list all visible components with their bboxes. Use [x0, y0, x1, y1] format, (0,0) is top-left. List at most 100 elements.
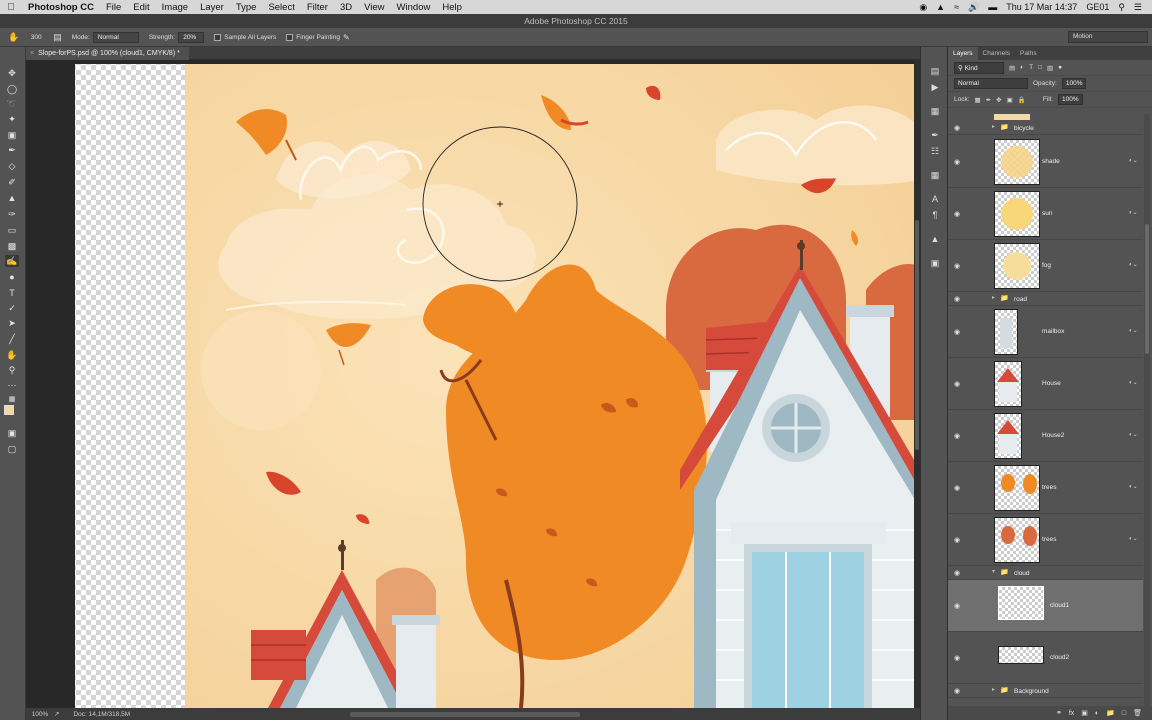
menu-3d[interactable]: 3D: [334, 2, 358, 13]
opacity-field[interactable]: 100%: [1061, 78, 1087, 89]
properties-icon[interactable]: ▦: [928, 169, 942, 181]
menu-file[interactable]: File: [100, 2, 127, 13]
eye-icon[interactable]: ◉: [954, 484, 960, 492]
eye-icon[interactable]: ◉: [954, 536, 960, 544]
layer-row-sun[interactable]: ◉ sun ◐⌄: [948, 188, 1143, 240]
disclosure-arrow-open-icon[interactable]: ▾: [992, 568, 995, 575]
canvas-scroll-thumb[interactable]: [915, 220, 919, 450]
strength-field[interactable]: 20%: [178, 31, 205, 43]
actions-play-icon[interactable]: ▶: [928, 81, 942, 93]
layer-row-trees-2[interactable]: ◉ trees ◐⌄: [948, 514, 1143, 566]
move-tool-icon[interactable]: ✥: [5, 67, 19, 79]
smart-filter-icon[interactable]: ◐⌄: [1129, 157, 1138, 164]
smart-filter-icon[interactable]: ◐⌄: [1129, 261, 1138, 268]
line-tool-icon[interactable]: ╱: [5, 333, 19, 345]
more-tools-icon[interactable]: ⋯: [5, 379, 19, 391]
marquee-tool-icon[interactable]: ◯: [5, 83, 19, 95]
layer-row-house2[interactable]: ◉ House2 ◐⌄: [948, 410, 1143, 462]
add-mask-icon[interactable]: ▣: [1081, 709, 1088, 717]
layer-row-background[interactable]: ◉ ▸ 📁 Background: [948, 684, 1143, 698]
layers-scroll-thumb[interactable]: [1145, 224, 1149, 354]
doc-info[interactable]: Doc: 14,1M/318,5M: [59, 711, 130, 718]
mode-select[interactable]: Normal: [92, 31, 139, 43]
drive-icon[interactable]: ▲: [936, 2, 945, 12]
delete-layer-icon[interactable]: 🗑: [1133, 709, 1142, 717]
layer-row-house[interactable]: ◉ House ◐⌄: [948, 358, 1143, 410]
quick-select-tool-icon[interactable]: ✦: [5, 113, 19, 125]
crop-tool-icon[interactable]: ▣: [5, 129, 19, 141]
canvas-area[interactable]: [26, 60, 920, 708]
menu-select[interactable]: Select: [262, 2, 300, 13]
hand-tool-icon[interactable]: ✋: [5, 349, 19, 361]
disclosure-arrow-icon[interactable]: ▸: [992, 294, 995, 301]
smart-filter-icon[interactable]: ◐⌄: [1129, 379, 1138, 386]
link-layers-icon[interactable]: ⚭: [1056, 709, 1062, 717]
layer-row-cloud-group[interactable]: ◉ ▾ 📁 cloud: [948, 566, 1143, 580]
eye-icon[interactable]: ◉: [954, 158, 960, 166]
adjustments-icon[interactable]: ☷: [928, 145, 942, 157]
type-tool-icon[interactable]: T: [5, 287, 19, 299]
clock[interactable]: Thu 17 Mar 14:37: [1006, 2, 1077, 12]
tab-layers[interactable]: Layers: [948, 47, 978, 60]
info-icon[interactable]: ▦: [928, 105, 942, 117]
layer-name[interactable]: Background: [1014, 688, 1049, 695]
blend-mode-select[interactable]: Normal: [954, 78, 1028, 89]
pixel-filter-icon[interactable]: ▤: [1009, 64, 1015, 72]
eye-icon[interactable]: ◉: [954, 262, 960, 270]
layer-name[interactable]: cloud: [1014, 570, 1030, 577]
menu-image[interactable]: Image: [156, 2, 194, 13]
layer-name[interactable]: trees: [1042, 484, 1056, 491]
eye-icon[interactable]: ◉: [954, 295, 960, 303]
disclosure-arrow-icon[interactable]: ▸: [992, 123, 995, 130]
wifi-icon[interactable]: ≈: [954, 2, 959, 12]
smart-filter-icon[interactable]: ◐⌄: [1129, 535, 1138, 542]
history-brush-tool-icon[interactable]: ✑: [5, 208, 19, 220]
layer-name[interactable]: House2: [1042, 432, 1064, 439]
layer-row-cloud1[interactable]: ◉ cloud1: [948, 580, 1143, 632]
new-layer-icon[interactable]: □: [1122, 710, 1126, 717]
smudge-tool-preset-icon[interactable]: ✋: [8, 32, 19, 43]
layer-name[interactable]: shade: [1042, 158, 1060, 165]
search-icon[interactable]: ⚲: [1118, 2, 1125, 13]
smudge-tool-icon[interactable]: ✍: [5, 255, 19, 267]
layer-row-cloud2[interactable]: ◉ cloud2: [948, 632, 1143, 684]
eyedropper-tool-icon[interactable]: ✒: [5, 144, 19, 156]
eye-icon[interactable]: ◉: [954, 210, 960, 218]
type-filter-icon[interactable]: T: [1029, 64, 1033, 71]
layer-row-road[interactable]: ◉ ▸ 📁 road: [948, 292, 1143, 306]
adjustment-filter-icon[interactable]: ◐: [1020, 64, 1024, 71]
finger-painting-checkbox[interactable]: [286, 33, 294, 41]
close-icon[interactable]: ×: [30, 50, 34, 57]
fill-field[interactable]: 100%: [1057, 94, 1083, 105]
apple-icon[interactable]: : [0, 2, 22, 13]
canvas-artwork[interactable]: [26, 60, 920, 708]
disclosure-arrow-icon[interactable]: ▸: [992, 686, 995, 693]
menu-help[interactable]: Help: [436, 2, 468, 13]
workspace-select[interactable]: Motion: [1068, 31, 1148, 43]
layer-style-icon[interactable]: fx: [1069, 710, 1074, 717]
menu-layer[interactable]: Layer: [194, 2, 230, 13]
gradient-tool-icon[interactable]: ▩: [5, 240, 19, 252]
list-icon[interactable]: ☰: [1134, 2, 1142, 13]
dodge-tool-icon[interactable]: ●: [5, 271, 19, 283]
smart-filter-icon[interactable]: ◐⌄: [1129, 431, 1138, 438]
eraser-tool-icon[interactable]: ▭: [5, 224, 19, 236]
sample-all-layers-checkbox[interactable]: [214, 33, 222, 41]
app-menu[interactable]: Photoshop CC: [22, 2, 100, 13]
smart-object-filter-icon[interactable]: ▧: [1047, 64, 1053, 72]
menu-view[interactable]: View: [358, 2, 390, 13]
lasso-tool-icon[interactable]: ➰: [5, 98, 19, 110]
smart-filter-icon[interactable]: ◐⌄: [1129, 209, 1138, 216]
layer-row-bicycle[interactable]: ◉ ▸ 📁 bicycle: [948, 121, 1143, 135]
smart-filter-icon[interactable]: ◐⌄: [1129, 483, 1138, 490]
brush-tool-icon[interactable]: ✐: [5, 176, 19, 188]
new-group-icon[interactable]: 📁: [1106, 709, 1115, 717]
eye-icon[interactable]: ◉: [954, 124, 960, 132]
record-icon[interactable]: ◉: [919, 2, 927, 13]
lock-pixels-icon[interactable]: ✒: [986, 96, 991, 104]
user-name[interactable]: GE01: [1086, 2, 1109, 12]
canvas-horizontal-scroll-thumb[interactable]: [350, 711, 581, 717]
screen-mode-icon[interactable]: ▢: [5, 443, 19, 455]
lock-all-icon[interactable]: 🔒: [1018, 96, 1026, 104]
layer-name[interactable]: bicycle: [1014, 125, 1034, 132]
